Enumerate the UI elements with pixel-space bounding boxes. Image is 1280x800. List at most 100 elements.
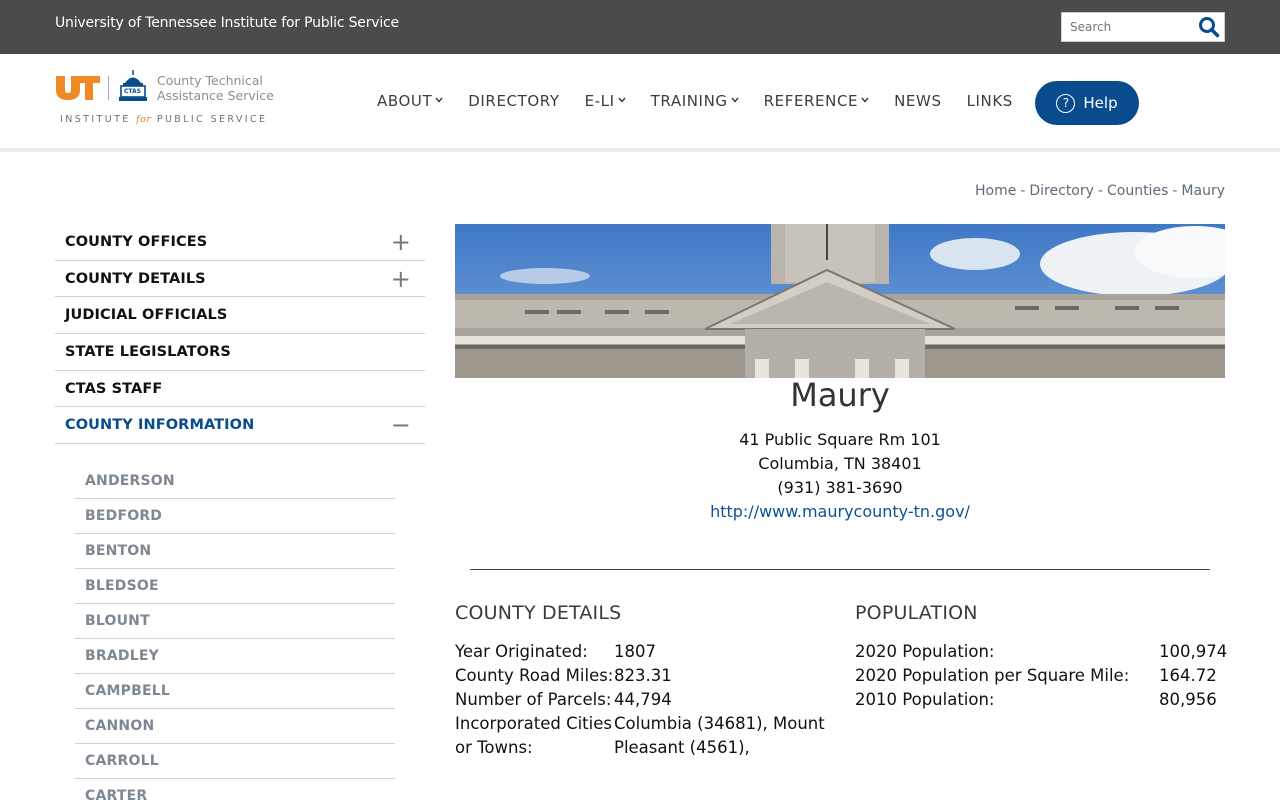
population-value: 100,974 <box>1159 642 1228 661</box>
detail-label: Year Originated: <box>455 642 588 661</box>
nav-item-label: ABOUT <box>377 92 433 110</box>
help-button[interactable]: ? Help <box>1035 81 1139 125</box>
ctas-name: County Technical Assistance Service <box>157 73 274 103</box>
detail-row: Year Originated: 1807 <box>455 640 825 664</box>
county-details-heading: COUNTY DETAILS <box>455 602 622 624</box>
county-link-carter[interactable]: CARTER <box>75 779 395 800</box>
org-name[interactable]: University of Tennessee Institute for Pu… <box>55 15 399 31</box>
help-label: Help <box>1083 94 1118 112</box>
sidebar: COUNTY OFFICES + COUNTY DETAILS + JUDICIAL O… <box>55 224 425 800</box>
chevron-down-icon <box>861 96 869 106</box>
county-link-cannon[interactable]: CANNON <box>75 709 395 744</box>
ctas-badge-text: CTAS <box>124 88 141 95</box>
sidebar-item-label: JUDICIAL OFFICIALS <box>65 307 228 324</box>
ctas-name-line1: County Technical <box>157 73 263 88</box>
ctas-name-line2: Assistance Service <box>157 88 274 103</box>
detail-value: 823.31 <box>614 666 672 685</box>
breadcrumb-item-home[interactable]: Home <box>975 183 1016 199</box>
county-link-bledsoe[interactable]: BLEDSOE <box>75 569 395 604</box>
breadcrumb-item-counties[interactable]: Counties <box>1107 183 1168 199</box>
nav-item-news[interactable]: NEWS <box>894 92 941 110</box>
courthouse-banner-image <box>455 224 1225 378</box>
sidebar-item-label: COUNTY INFORMATION <box>65 417 255 434</box>
nav-item-reference[interactable]: REFERENCE <box>764 92 869 110</box>
county-link-campbell[interactable]: CAMPBELL <box>75 674 395 709</box>
detail-value: 44,794 <box>614 690 672 709</box>
sidebar-item-label: COUNTY OFFICES <box>65 233 208 250</box>
detail-label: Incorporated Cities or Towns: <box>455 714 612 757</box>
nav-item-label: NEWS <box>894 92 942 110</box>
county-link-benton[interactable]: BENTON <box>75 534 395 569</box>
breadcrumb-item-maury[interactable]: Maury <box>1181 183 1225 199</box>
chevron-down-icon <box>731 96 739 106</box>
expand-plus-icon[interactable]: + <box>391 230 411 254</box>
population-row: 2020 Population: 100,974 <box>855 640 1228 664</box>
county-link-bradley[interactable]: BRADLEY <box>75 639 395 674</box>
sidebar-item-county-information[interactable]: COUNTY INFORMATION − <box>55 407 425 445</box>
ctas-logo[interactable]: CTAS County Technical Assistance Service… <box>56 70 286 130</box>
nav-item-links[interactable]: LINKS <box>967 92 1013 110</box>
nav-item-about[interactable]: ABOUT <box>377 92 443 110</box>
detail-value: Columbia (34681), Mount Pleasant (4561), <box>614 714 825 757</box>
sidebar-item-ctas-staff[interactable]: CTAS STAFF <box>55 371 425 408</box>
address-line-1: 41 Public Square Rm 101 <box>739 430 941 449</box>
address-line-2: Columbia, TN 38401 <box>758 454 922 473</box>
sidebar-item-county-offices[interactable]: COUNTY OFFICES + <box>55 224 425 261</box>
section-divider <box>470 569 1210 570</box>
chevron-down-icon <box>618 96 626 106</box>
top-bar: University of Tennessee Institute for Pu… <box>0 0 1280 54</box>
sidebar-item-state-legislators[interactable]: STATE LEGISLATORS <box>55 334 425 371</box>
population-row: 2010 Population: 80,956 <box>855 688 1225 712</box>
search-icon[interactable] <box>1198 16 1220 38</box>
county-contact: 41 Public Square Rm 101 Columbia, TN 384… <box>455 428 1225 524</box>
detail-row: Number of Parcels: 44,794 <box>455 688 825 712</box>
chevron-down-icon <box>435 96 443 106</box>
detail-label: County Road Miles: <box>455 666 614 685</box>
search-input[interactable] <box>1062 13 1192 41</box>
detail-row: County Road Miles: 823.31 <box>455 664 825 688</box>
nav-item-label: DIRECTORY <box>468 92 560 110</box>
nav-item-label: TRAINING <box>650 92 728 110</box>
expand-plus-icon[interactable]: + <box>391 267 411 291</box>
county-list: ANDERSON BEDFORD BENTON BLEDSOE BLOUNT BRADLE… <box>75 464 395 800</box>
sidebar-item-label: STATE LEGISLATORS <box>65 343 231 360</box>
county-link-blount[interactable]: BLOUNT <box>75 604 395 639</box>
nav-item-training[interactable]: TRAINING <box>651 92 739 110</box>
nav-item-e-li[interactable]: E-LI <box>585 92 626 110</box>
county-details-table: Year Originated: 1807 County Road Miles: 82… <box>455 640 825 760</box>
breadcrumb-item-directory[interactable]: Directory <box>1029 183 1094 199</box>
sidebar-item-label: CTAS STAFF <box>65 380 163 397</box>
county-title: Maury <box>790 376 890 414</box>
collapse-minus-icon[interactable]: − <box>391 413 411 437</box>
sidebar-item-judicial-officials[interactable]: JUDICIAL OFFICIALS <box>55 297 425 335</box>
search-box <box>1061 12 1225 42</box>
detail-value: 1807 <box>614 642 656 661</box>
detail-row: Incorporated Cities or Towns: Columbia (3… <box>455 712 825 760</box>
population-table: 2020 Population: 100,974 2020 Population p… <box>855 640 1228 712</box>
main-nav: ABOUT DIRECTORY E-LI TRAINING REFERENCE NEWS L… <box>377 92 1038 110</box>
sidebar-item-county-details[interactable]: COUNTY DETAILS + <box>55 261 425 298</box>
county-link-carroll[interactable]: CARROLL <box>75 744 395 779</box>
breadcrumb-separator: - <box>1020 183 1026 199</box>
nav-item-label: LINKS <box>966 92 1013 110</box>
population-value: 164.72 <box>1159 666 1217 685</box>
county-link-bedford[interactable]: BEDFORD <box>75 499 395 534</box>
phone-number: (931) 381-3690 <box>777 478 903 497</box>
breadcrumb-separator: - <box>1172 183 1178 199</box>
help-question-icon: ? <box>1056 93 1076 113</box>
ips-tagline: INSTITUTE for PUBLIC SERVICE <box>60 114 268 125</box>
ut-logo-icon <box>56 76 100 104</box>
logo-divider <box>108 76 109 100</box>
population-label: 2020 Population: <box>855 642 995 661</box>
detail-label: Number of Parcels: <box>455 690 612 709</box>
site-header: CTAS County Technical Assistance Service… <box>0 54 1280 152</box>
sidebar-item-label: COUNTY DETAILS <box>65 270 206 287</box>
population-row: 2020 Population per Square Mile: 164.72 <box>855 664 1225 688</box>
nav-item-directory[interactable]: DIRECTORY <box>468 92 559 110</box>
breadcrumb: Home - Directory - Counties - Maury <box>975 183 1225 199</box>
population-label: 2010 Population: <box>855 690 995 709</box>
county-link-anderson[interactable]: ANDERSON <box>75 464 395 499</box>
county-website-link[interactable]: http://www.maurycounty-tn.gov/ <box>710 502 970 521</box>
nav-item-label: E-LI <box>584 92 615 110</box>
breadcrumb-separator: - <box>1097 183 1103 199</box>
